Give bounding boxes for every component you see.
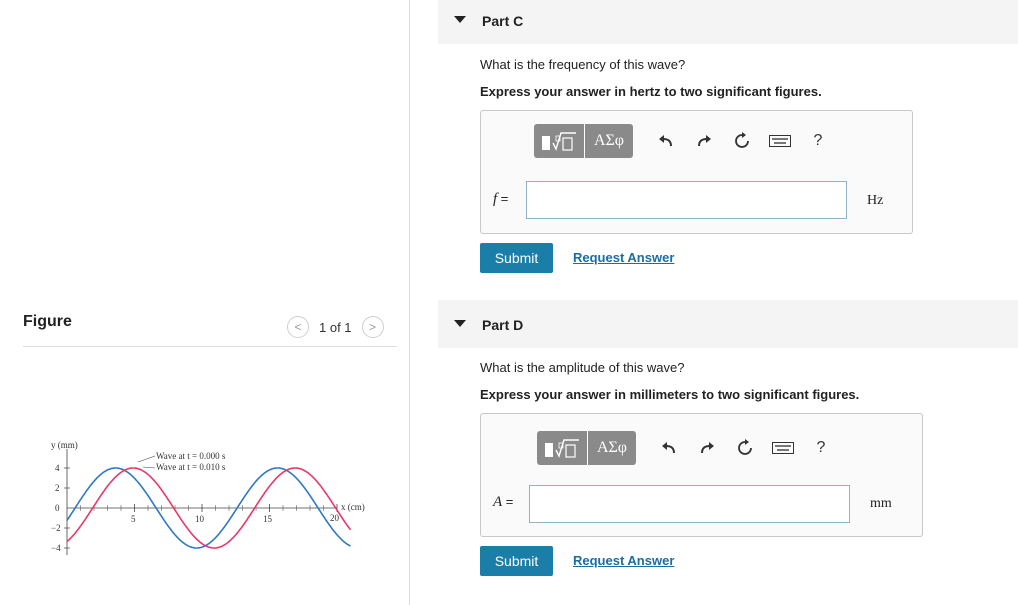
greek-symbols-icon: ΑΣφ [596,439,628,456]
legend-entry: Wave at t = 0.010 s [156,462,226,472]
redo-button[interactable] [688,431,726,465]
wave-graph: y (mm) x (cm) 4 2 0 −2 −4 5 10 15 20 Wav… [51,440,365,555]
greek-symbols-button[interactable]: ΑΣφ [588,431,636,465]
variable-label: A = [493,494,513,511]
next-figure-button[interactable]: > [361,316,384,338]
y-tick-label: 2 [55,483,60,493]
chevron-left-icon: < [294,320,302,334]
part-d-header[interactable]: Part D [438,300,1018,348]
amplitude-answer-input[interactable] [529,485,850,523]
redo-icon [701,442,714,454]
templates-button[interactable] [537,431,588,465]
y-tick-label: 4 [55,463,60,473]
keyboard-button[interactable] [764,431,802,465]
y-tick-label: 0 [55,503,60,513]
figure-pager: < 1 of 1 > [287,314,384,340]
templates-icon [545,439,579,458]
x-tick-label: 15 [263,514,273,524]
legend-entry: Wave at t = 0.000 s [156,451,226,461]
part-d-answer-box: ΑΣφ ? A = mm [480,413,923,537]
variable-label: f = [493,191,508,208]
reset-icon [738,439,752,455]
undo-button[interactable] [650,431,688,465]
part-c-title: Part C [482,13,524,29]
part-c-question: What is the frequency of this wave? [480,57,686,72]
keyboard-icon [769,135,791,147]
y-tick-label: −4 [51,543,61,553]
chevron-right-icon: > [369,320,377,334]
reset-icon [735,132,749,148]
variable-symbol: A [493,494,503,510]
help-icon: ? [813,132,823,149]
part-d-question: What is the amplitude of this wave? [480,360,685,375]
submit-button[interactable]: Submit [480,243,553,273]
redo-icon [698,135,711,147]
help-button[interactable]: ? [802,431,840,465]
request-answer-link[interactable]: Request Answer [573,250,674,265]
math-toolbar: ΑΣφ ? [537,431,840,465]
toolbar-button-group: ΑΣφ [534,124,633,158]
legend-leader [137,455,156,463]
reset-button[interactable] [723,124,761,158]
help-icon: ? [816,439,826,456]
math-toolbar: ΑΣφ ? [534,124,837,158]
help-button[interactable]: ? [799,124,837,158]
x-tick-label: 10 [195,514,205,524]
equals-sign: = [497,191,509,206]
collapse-caret-icon [454,16,466,23]
prev-figure-button[interactable]: < [287,316,309,338]
undo-button[interactable] [647,124,685,158]
x-tick-label: 5 [131,514,136,524]
legend-leader [142,466,156,469]
x-axis-label: x (cm) [341,502,365,512]
part-c-header[interactable]: Part C [438,0,1018,44]
x-tick-label: 20 [330,513,340,523]
collapse-caret-icon [454,320,466,327]
frequency-answer-input[interactable] [526,181,847,219]
greek-symbols-button[interactable]: ΑΣφ [585,124,633,158]
keyboard-icon [772,442,794,454]
unit-label: mm [870,496,892,511]
y-axis-label: y (mm) [51,440,78,450]
greek-symbols-icon: ΑΣφ [593,132,625,149]
part-c-answer-box: ΑΣφ ? f = Hz [480,110,913,234]
figure-divider [23,346,397,347]
undo-icon [662,442,675,454]
part-d-instruction: Express your answer in millimeters to tw… [480,387,860,402]
submit-button[interactable]: Submit [480,546,553,576]
pager-text: 1 of 1 [319,319,352,335]
reset-button[interactable] [726,431,764,465]
redo-button[interactable] [685,124,723,158]
equals-sign: = [502,494,514,509]
figure-title: Figure [23,313,72,330]
y-tick-label: −2 [51,523,61,533]
templates-icon [542,132,576,151]
toolbar-button-group: ΑΣφ [537,431,636,465]
request-answer-link[interactable]: Request Answer [573,553,674,568]
undo-icon [659,135,672,147]
part-c-instruction: Express your answer in hertz to two sign… [480,84,822,99]
keyboard-button[interactable] [761,124,799,158]
x-ticks: 5 10 15 20 [80,504,340,524]
part-d-title: Part D [482,317,524,333]
figure-panel: Figure < 1 of 1 > y (mm) x (cm) 4 2 0 −2… [0,0,410,605]
templates-button[interactable] [534,124,585,158]
unit-label: Hz [867,193,884,208]
